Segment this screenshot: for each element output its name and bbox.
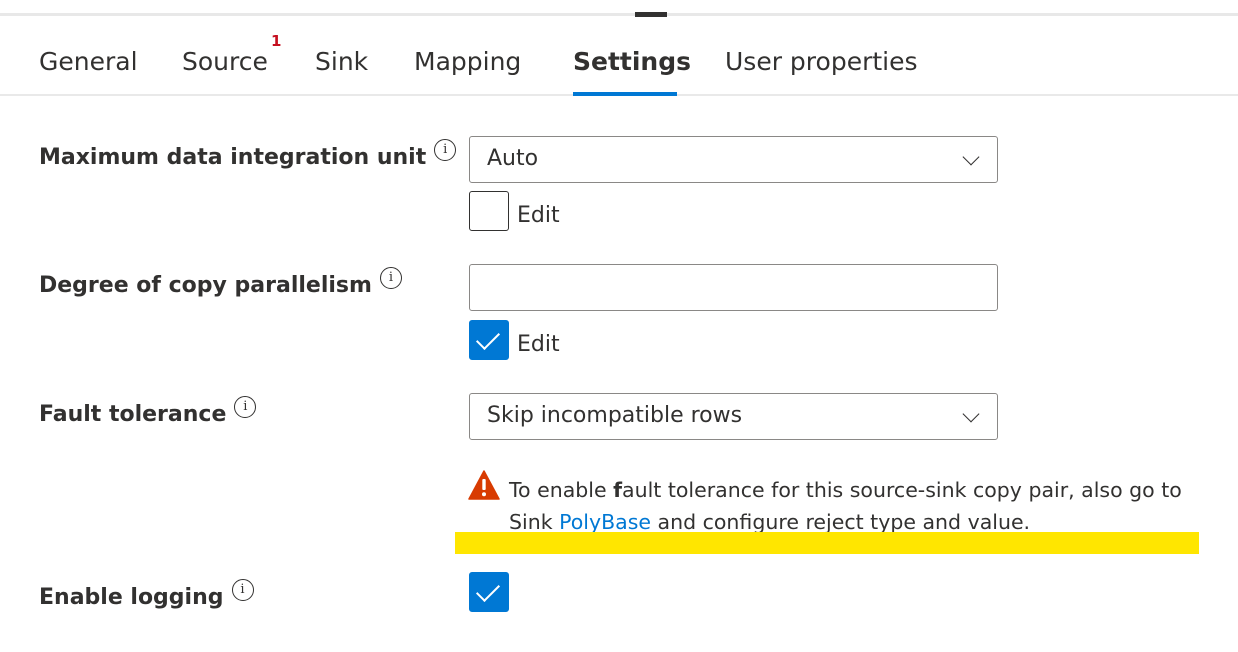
active-tab-indicator (573, 92, 677, 96)
parallelism-edit-label: Edit (517, 332, 560, 357)
tab-settings[interactable]: Settings (573, 44, 691, 80)
tab-settings-label: Settings (573, 47, 692, 76)
tab-user-properties-label: User properties (725, 47, 918, 76)
tab-general-label: General (39, 47, 138, 76)
info-icon[interactable]: i (231, 579, 254, 601)
max-diu-dropdown[interactable]: Auto (469, 136, 998, 183)
max-diu-value: Auto (487, 146, 539, 171)
copy-activity-settings-panel: General Source 1 Sink Mapping Settings U… (0, 0, 1238, 652)
fault-tolerance-label: Fault tolerance (39, 402, 227, 427)
fault-tolerance-value: Skip incompatible rows (487, 403, 743, 428)
info-icon[interactable]: i (434, 139, 457, 161)
tab-sink[interactable]: Sink (315, 44, 368, 80)
logging-label-row: Enable logging i (39, 579, 254, 613)
max-diu-label: Maximum data integration unit (39, 145, 427, 170)
panel-top-border (0, 13, 1238, 16)
info-icon[interactable]: i (379, 267, 402, 289)
logging-label: Enable logging (39, 585, 224, 610)
tab-user-properties[interactable]: User properties (725, 44, 918, 80)
parallelism-edit-checkbox[interactable] (469, 320, 509, 360)
warning-text-suffix: and configure reject type and value. (651, 510, 1031, 534)
tab-mapping[interactable]: Mapping (414, 44, 521, 80)
fault-tolerance-label-row: Fault tolerance i (39, 396, 257, 430)
parallelism-input[interactable] (470, 265, 997, 310)
max-diu-edit-label: Edit (517, 203, 560, 228)
max-diu-edit-checkbox[interactable] (469, 191, 509, 231)
tab-source-label: Source (182, 47, 268, 76)
tab-source[interactable]: Source (182, 44, 268, 80)
panel-resize-handle[interactable] (635, 12, 667, 17)
highlight-mark (455, 532, 1199, 554)
tab-sink-label: Sink (315, 47, 369, 76)
enable-logging-checkbox[interactable] (469, 572, 509, 612)
tab-general[interactable]: General (39, 44, 138, 80)
warning-text-bold: f (613, 478, 623, 502)
parallelism-label: Degree of copy parallelism (39, 273, 372, 298)
chevron-down-icon (962, 405, 980, 423)
warning-icon (468, 470, 500, 500)
tab-mapping-label: Mapping (414, 47, 522, 76)
warning-message: To enable fault tolerance for this sourc… (509, 474, 1209, 538)
fault-tolerance-dropdown[interactable]: Skip incompatible rows (469, 393, 998, 440)
info-icon[interactable]: i (234, 396, 257, 418)
warning-text-prefix: To enable (509, 478, 614, 502)
max-diu-label-row: Maximum data integration unit i (39, 139, 457, 173)
parallelism-label-row: Degree of copy parallelism i (39, 267, 402, 301)
polybase-link[interactable]: PolyBase (559, 510, 651, 534)
chevron-down-icon (962, 148, 980, 166)
parallelism-input-box[interactable] (469, 264, 998, 311)
source-error-badge: 1 (271, 32, 282, 50)
tab-bar: General Source 1 Sink Mapping Settings U… (0, 30, 1238, 96)
